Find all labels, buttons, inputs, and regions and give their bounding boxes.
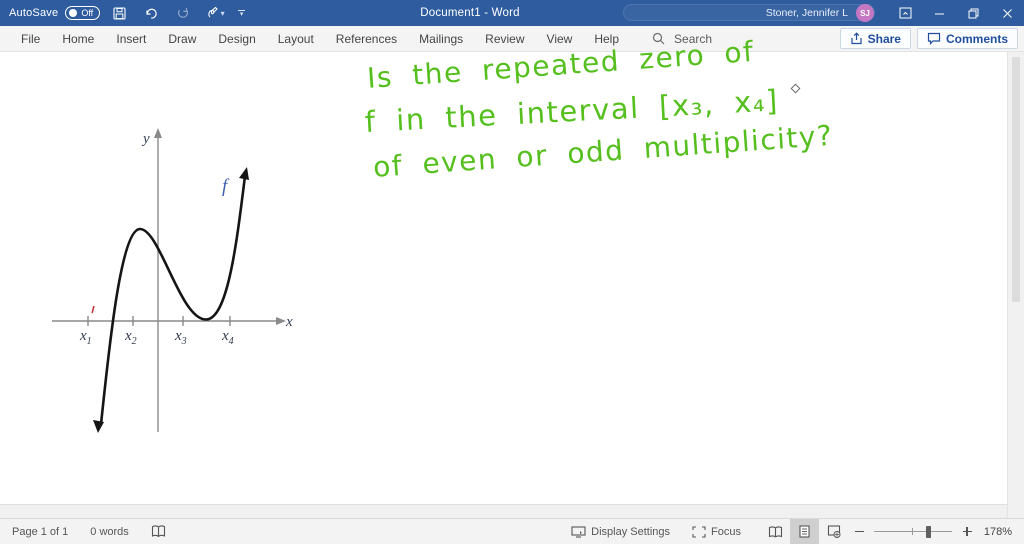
ink-pen-icon — [208, 6, 218, 18]
zoom-slider-thumb[interactable] — [926, 526, 931, 538]
function-curve — [99, 174, 247, 426]
autosave-label: AutoSave — [9, 7, 59, 19]
zoom-slider-center-mark — [912, 528, 914, 535]
tick-label-x4: x4 — [221, 328, 234, 347]
zoom-out-button[interactable] — [848, 519, 870, 544]
focus-label: Focus — [711, 525, 741, 538]
y-axis-label: y — [141, 131, 150, 147]
tab-insert[interactable]: Insert — [105, 26, 157, 52]
y-axis-arrow-icon — [154, 128, 162, 138]
tick-label-x3: x3 — [174, 328, 187, 347]
display-settings-button[interactable]: Display Settings — [571, 526, 670, 538]
tab-references[interactable]: References — [325, 26, 408, 52]
tab-file[interactable]: File — [10, 26, 51, 52]
comments-button[interactable]: Comments — [916, 28, 1018, 49]
vertical-scrollbar[interactable] — [1007, 52, 1024, 518]
save-button[interactable] — [106, 2, 132, 24]
tab-mailings[interactable]: Mailings — [408, 26, 474, 52]
redo-button[interactable] — [170, 2, 196, 24]
plus-icon — [962, 527, 972, 536]
tab-draw[interactable]: Draw — [157, 26, 207, 52]
web-layout-icon — [827, 525, 840, 538]
autosave-toggle[interactable]: Off — [65, 6, 101, 20]
save-icon — [113, 6, 126, 20]
red-ink-mark — [91, 305, 95, 314]
ribbon-tab-row: File Home Insert Draw Design Layout Refe… — [0, 26, 1024, 52]
scrollbar-thumb[interactable] — [1012, 57, 1020, 302]
ink-cursor-icon — [790, 83, 801, 94]
print-layout-icon — [799, 525, 810, 538]
tab-home[interactable]: Home — [51, 26, 105, 52]
chevron-down-icon: ▾ — [239, 10, 244, 18]
share-icon — [851, 32, 862, 45]
curve-arrow-top-icon — [239, 167, 249, 180]
status-bar: Page 1 of 1 0 words Display Settings Foc… — [0, 518, 1024, 544]
undo-icon — [146, 8, 157, 19]
restore-button[interactable] — [956, 0, 990, 26]
tick-label-x2: x2 — [124, 328, 137, 347]
x-axis-arrow-icon — [276, 317, 286, 325]
close-button[interactable] — [990, 0, 1024, 26]
share-label: Share — [867, 31, 901, 46]
word-window: AutoSave Off ▾ ▾ Document1 - Word Stoner… — [0, 0, 1024, 544]
word-count[interactable]: 0 words — [90, 526, 129, 538]
comments-icon — [927, 32, 941, 45]
redo-icon — [178, 7, 189, 18]
polynomial-graph-figure: y x x1 x2 x3 x4 f — [52, 128, 293, 433]
ribbon-display-options-button[interactable] — [888, 0, 922, 26]
print-layout-button[interactable] — [790, 519, 819, 544]
display-settings-label: Display Settings — [591, 525, 671, 538]
focus-icon — [692, 525, 706, 538]
document-area: y x x1 x2 x3 x4 f Is the repeated zero o… — [0, 35, 1024, 518]
title-bar: AutoSave Off ▾ ▾ Document1 - Word Stoner… — [0, 0, 1024, 26]
curve-label-f: f — [222, 176, 230, 197]
user-name[interactable]: Stoner, Jennifer L — [766, 7, 848, 19]
window-title: Document1 - Word — [420, 7, 520, 19]
document-page[interactable]: y x x1 x2 x3 x4 f Is the repeated zero o… — [0, 35, 1007, 505]
proofing-check-button[interactable] — [151, 525, 166, 538]
avatar[interactable]: SJ — [856, 4, 874, 22]
zoom-level[interactable]: 178% — [978, 526, 1024, 538]
focus-button[interactable]: Focus — [692, 526, 741, 538]
ink-tool-button[interactable]: ▾ — [202, 2, 228, 24]
minimize-icon — [934, 13, 944, 14]
zoom-slider[interactable] — [874, 519, 952, 544]
tab-design[interactable]: Design — [207, 26, 266, 52]
autosave-state: Off — [81, 8, 94, 18]
curve-arrow-bottom-icon — [93, 420, 104, 433]
zoom-in-button[interactable] — [956, 519, 978, 544]
restore-icon — [968, 8, 978, 18]
page-indicator[interactable]: Page 1 of 1 — [12, 526, 68, 538]
minimize-button[interactable] — [922, 0, 956, 26]
comments-label: Comments — [945, 31, 1008, 46]
ribbon-display-options-icon — [899, 7, 911, 19]
autosave-toggle-knob — [69, 9, 78, 17]
read-mode-icon — [768, 525, 783, 537]
undo-button[interactable] — [138, 2, 164, 24]
read-mode-button[interactable] — [761, 519, 790, 544]
close-icon — [1002, 8, 1012, 18]
tick-label-x1: x1 — [79, 328, 92, 347]
share-button[interactable]: Share — [839, 28, 911, 49]
chevron-down-icon: ▾ — [220, 8, 225, 18]
x-axis-label: x — [285, 314, 293, 330]
display-settings-icon — [571, 525, 586, 538]
proofing-book-icon — [151, 525, 165, 538]
tab-layout[interactable]: Layout — [267, 26, 325, 52]
customize-quick-access-button[interactable]: ▾ — [238, 9, 246, 18]
web-layout-button[interactable] — [819, 519, 848, 544]
tab-review[interactable]: Review — [474, 26, 535, 52]
ribbon-tabs: File Home Insert Draw Design Layout Refe… — [0, 26, 630, 52]
minus-icon — [854, 530, 864, 533]
